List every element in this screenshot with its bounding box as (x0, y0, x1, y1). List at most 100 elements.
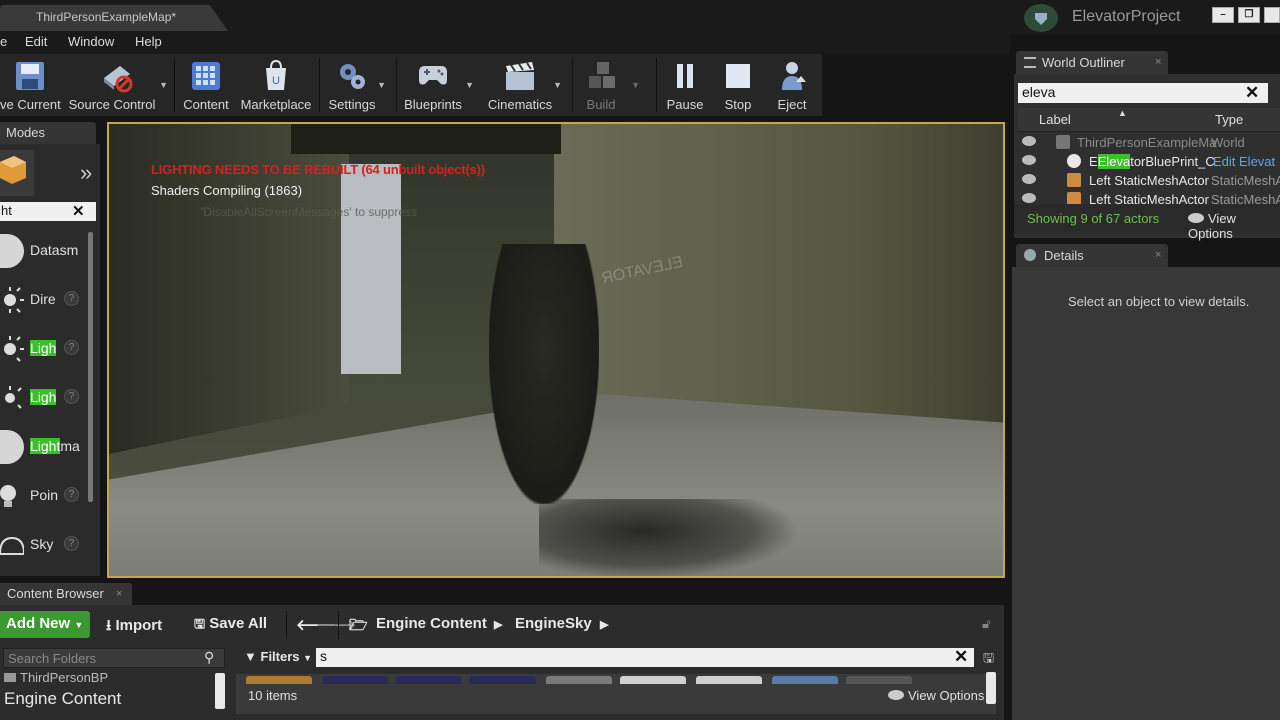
map-tab-title: ThirdPersonExampleMap (36, 10, 172, 24)
asset-thumbnail[interactable] (772, 676, 838, 684)
place-mode-button[interactable] (0, 150, 34, 196)
details-tab[interactable]: Details (1016, 244, 1168, 267)
menu-edit[interactable]: Edit (25, 34, 47, 49)
outliner-row[interactable]: ThirdPersonExampleMa World (1018, 133, 1280, 152)
clear-search-icon[interactable]: ✕ (72, 202, 85, 220)
clear-search-icon[interactable]: ✕ (954, 647, 968, 667)
pause-button[interactable]: Pause (662, 54, 708, 116)
close-icon[interactable]: × (1155, 56, 1161, 68)
blueprints-button[interactable]: Blueprints ▼ (400, 54, 474, 116)
column-label[interactable]: Label (1039, 112, 1071, 127)
minimize-button[interactable]: – (1212, 7, 1234, 23)
asset-thumbnail[interactable] (470, 676, 536, 684)
help-icon[interactable]: ? (64, 291, 79, 306)
source-control-icon (104, 66, 133, 93)
clapperboard-icon (506, 62, 534, 90)
outliner-row[interactable]: Left StaticMeshActor StaticMeshA (1018, 190, 1280, 204)
help-icon[interactable]: ? (64, 536, 79, 551)
column-type[interactable]: Type (1215, 112, 1243, 127)
visibility-eye-icon[interactable] (1022, 136, 1036, 146)
blueprint-actor-icon (1067, 154, 1081, 168)
map-tab[interactable]: ThirdPersonExampleMap* (0, 5, 228, 31)
menu-help[interactable]: Help (135, 34, 162, 49)
edit-blueprint-link[interactable]: Edit Elevat (1213, 154, 1275, 169)
folder-search-input[interactable]: Search Folders (3, 648, 225, 668)
menu-window[interactable]: Window (68, 34, 114, 49)
stop-button[interactable]: Stop (716, 54, 760, 116)
build-button[interactable]: Build ▼ (576, 54, 640, 116)
lock-icon[interactable]: 🔓︎ (982, 616, 990, 632)
asset-scrollbar[interactable] (986, 672, 996, 704)
mode-item[interactable]: Sky ? (0, 524, 88, 568)
cinematics-button[interactable]: Cinematics ▼ (486, 54, 562, 116)
asset-thumbnail[interactable] (396, 676, 462, 684)
close-icon[interactable]: × (116, 588, 122, 600)
visibility-eye-icon[interactable] (1022, 174, 1036, 184)
path-segment[interactable]: Engine Content (376, 615, 487, 632)
outliner-row-label: torBluePrint_C (1130, 154, 1215, 169)
pause-icon (677, 64, 693, 88)
modes-tab[interactable]: Modes (0, 122, 96, 144)
outliner-row-type: StaticMeshA (1211, 173, 1280, 188)
save-all-button[interactable]: 🖫 Save All (194, 615, 267, 637)
content-button[interactable]: Content (180, 54, 232, 116)
help-icon[interactable]: ? (64, 389, 79, 404)
save-search-icon[interactable]: 🖫 (983, 649, 994, 671)
asset-thumbnail[interactable] (846, 676, 912, 684)
mode-item[interactable]: Ligh ? (0, 377, 88, 421)
settings-button[interactable]: Settings ▼ (324, 54, 386, 116)
chevron-right-icon[interactable]: ▶ (494, 618, 502, 631)
chevron-down-icon[interactable]: ▼ (631, 80, 640, 90)
close-icon[interactable]: × (1155, 249, 1161, 261)
filters-button[interactable]: ▼ Filters ▼ (244, 649, 312, 664)
mode-item[interactable]: Datasm (0, 230, 88, 274)
folder-scrollbar[interactable] (215, 673, 225, 709)
path-segment[interactable]: EngineSky (515, 615, 592, 632)
visibility-eye-icon[interactable] (1022, 193, 1036, 203)
chevron-down-icon[interactable]: ▼ (159, 80, 168, 90)
expand-modes-icon[interactable]: » (80, 160, 92, 186)
asset-view-options-button[interactable]: View Options (888, 688, 984, 703)
modes-scrollbar[interactable] (88, 232, 93, 502)
chevron-right-icon[interactable]: ▶ (600, 618, 608, 631)
mode-item[interactable]: Lightma (0, 426, 88, 470)
outliner-row[interactable]: EElevatorBluePrint_C Edit Elevat (1018, 152, 1280, 171)
asset-thumbnail[interactable] (546, 676, 612, 684)
import-button[interactable]: ⭳ Import (106, 615, 162, 640)
visibility-eye-icon[interactable] (1022, 155, 1036, 165)
clear-search-icon[interactable]: ✕ (1245, 83, 1259, 103)
actor-count: Showing 9 of 67 actors (1027, 211, 1160, 226)
level-viewport[interactable]: ELEVATOR LIGHTING NEEDS TO BE REBUILT (6… (107, 122, 1005, 578)
add-new-button[interactable]: Add New ▼ (0, 611, 90, 638)
menu-file[interactable]: e (0, 34, 7, 49)
gears-icon (340, 64, 365, 89)
asset-thumbnail[interactable] (620, 676, 686, 684)
close-window-button[interactable] (1264, 7, 1280, 23)
asset-thumbnail[interactable] (246, 676, 312, 684)
asset-thumbnail[interactable] (322, 676, 388, 684)
chevron-down-icon[interactable]: ▼ (377, 80, 386, 90)
chevron-down-icon[interactable]: ▼ (553, 80, 562, 90)
mode-item[interactable]: Dire ? (0, 279, 88, 323)
outliner-row-label: Left StaticMeshActor (1089, 192, 1209, 204)
chevron-down-icon[interactable]: ▼ (465, 80, 474, 90)
maximize-button[interactable]: ❐ (1238, 7, 1260, 23)
asset-search-input[interactable]: s (316, 648, 974, 667)
eject-button[interactable]: Eject (768, 54, 816, 116)
source-control-button[interactable]: Source Control ▼ (66, 54, 168, 116)
help-icon[interactable]: ? (64, 487, 79, 502)
mode-item[interactable]: Poin ? (0, 475, 88, 519)
asset-thumbnail[interactable] (696, 676, 762, 684)
outliner-search-input[interactable]: eleva (1018, 83, 1268, 103)
save-current-button[interactable]: ve Current (0, 54, 61, 116)
folder-tree-item[interactable]: Engine Content (4, 689, 121, 709)
world-outliner-tab[interactable]: World Outliner (1016, 51, 1168, 74)
outliner-row[interactable]: Left StaticMeshActor StaticMeshA (1018, 171, 1280, 190)
outliner-row-label-pre: E (1089, 154, 1098, 169)
outliner-view-options-button[interactable]: View Options (1188, 211, 1280, 241)
marketplace-button[interactable]: U Marketplace (238, 54, 314, 116)
mode-item[interactable]: Ligh ? (0, 328, 88, 372)
content-browser-tab[interactable]: Content Browser (0, 583, 132, 605)
help-icon[interactable]: ? (64, 340, 79, 355)
folder-tree-item[interactable]: ThirdPersonBP (4, 670, 108, 685)
